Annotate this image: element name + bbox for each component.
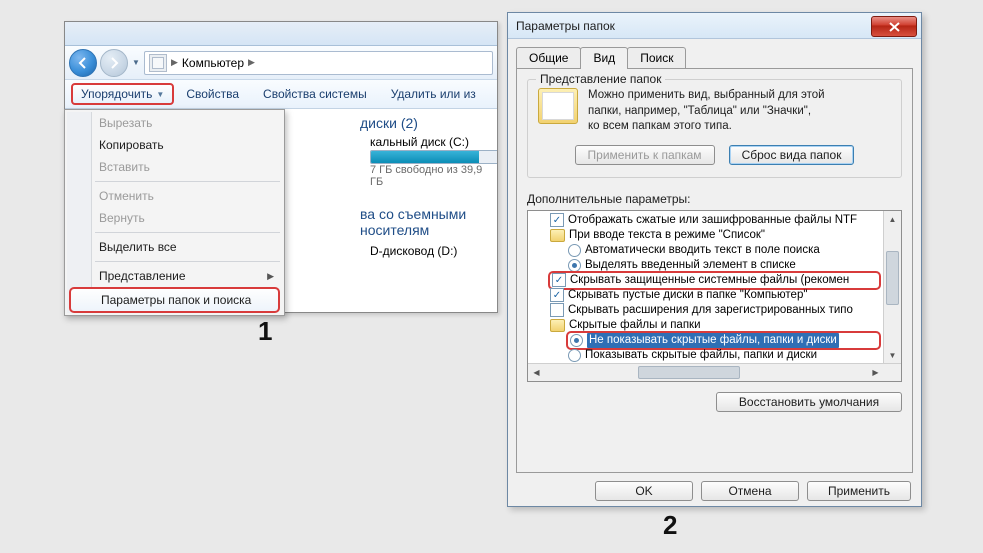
tree-item[interactable]: ✓Отображать сжатые или зашифрованные фай… xyxy=(532,213,881,228)
menu-copy[interactable]: Копировать xyxy=(67,134,282,156)
advanced-settings-tree[interactable]: ✓Отображать сжатые или зашифрованные фай… xyxy=(527,210,902,382)
dialog-title: Параметры папок xyxy=(516,19,615,33)
close-button[interactable] xyxy=(871,16,917,37)
scroll-up-icon[interactable]: ▲ xyxy=(884,211,901,228)
dialog-titlebar: Параметры папок xyxy=(508,13,921,39)
scroll-left-icon[interactable]: ◀ xyxy=(528,364,545,381)
scroll-thumb[interactable] xyxy=(886,251,899,305)
menu-undo[interactable]: Отменить xyxy=(67,185,282,207)
radio-icon[interactable] xyxy=(568,259,581,272)
drive-d-label: D-дисковод (D:) xyxy=(370,244,457,258)
checkbox-icon[interactable]: ✓ xyxy=(552,273,566,287)
menu-cut[interactable]: Вырезать xyxy=(67,112,282,134)
group-legend: Представление папок xyxy=(536,72,665,86)
folder-icon xyxy=(550,229,565,242)
restore-defaults-button[interactable]: Восстановить умолчания xyxy=(716,392,902,412)
tab-search[interactable]: Поиск xyxy=(627,47,686,68)
folder-options-dialog: Параметры папок Общие Вид Поиск Представ… xyxy=(507,12,922,507)
apply-button[interactable]: Применить xyxy=(807,481,911,501)
drive-c-label: кальный диск (C:) xyxy=(370,135,469,149)
explorer-navbar: ▼ ▶ Компьютер ▶ xyxy=(65,46,497,80)
tree-item[interactable]: Скрывать расширения для зарегистрированн… xyxy=(532,303,881,318)
tree-item[interactable]: Показывать скрытые файлы, папки и диски xyxy=(532,348,881,363)
scroll-thumb[interactable] xyxy=(638,366,740,379)
tree-item-dont-show-hidden[interactable]: Не показывать скрытые файлы, папки и дис… xyxy=(532,333,881,348)
toolbar-system-properties[interactable]: Свойства системы xyxy=(251,87,379,101)
folder-presentation-group: Представление папок Можно применить вид,… xyxy=(527,79,902,178)
radio-icon[interactable] xyxy=(568,244,581,257)
organize-label: Упорядочить xyxy=(81,87,152,101)
explorer-content: диски (2) кальный диск (C:) 7 ГБ свободн… xyxy=(360,115,493,259)
breadcrumb-root[interactable]: Компьютер xyxy=(182,56,244,70)
dialog-tabs: Общие Вид Поиск xyxy=(508,39,921,68)
dialog-buttons: OK Отмена Применить xyxy=(508,481,921,511)
address-bar[interactable]: ▶ Компьютер ▶ xyxy=(144,51,493,75)
checkbox-icon[interactable]: ✓ xyxy=(550,213,564,227)
folder-icon xyxy=(538,88,578,124)
vertical-scrollbar[interactable]: ▲ ▼ xyxy=(883,211,901,364)
radio-icon[interactable] xyxy=(570,334,583,347)
organize-button[interactable]: Упорядочить ▼ xyxy=(71,83,174,105)
chevron-down-icon: ▼ xyxy=(156,90,164,99)
drive-c-usage-bar xyxy=(370,150,498,164)
nav-forward-button[interactable] xyxy=(100,49,128,77)
menu-separator xyxy=(95,232,280,233)
tab-view[interactable]: Вид xyxy=(580,47,628,69)
menu-separator xyxy=(95,181,280,182)
scroll-down-icon[interactable]: ▼ xyxy=(884,347,901,364)
tab-panel-view: Представление папок Можно применить вид,… xyxy=(516,68,913,473)
menu-paste[interactable]: Вставить xyxy=(67,156,282,178)
advanced-label: Дополнительные параметры: xyxy=(527,192,902,206)
organize-menu: Вырезать Копировать Вставить Отменить Ве… xyxy=(64,109,285,316)
checkbox-icon[interactable] xyxy=(550,303,564,317)
drive-c-free-text: 7 ГБ свободно из 39,9 ГБ xyxy=(370,164,493,188)
tree-item[interactable]: Автоматически вводить текст в поле поиск… xyxy=(532,243,881,258)
section-removable: ва со съемными носителям xyxy=(360,206,493,238)
folder-icon xyxy=(550,319,565,332)
tree-item[interactable]: При вводе текста в режиме "Список" xyxy=(532,228,881,243)
section-hdd: диски (2) xyxy=(360,115,493,131)
explorer-toolbar: Упорядочить ▼ Свойства Свойства системы … xyxy=(65,80,497,109)
horizontal-scrollbar[interactable]: ◀ ▶ xyxy=(528,363,901,381)
checkbox-icon[interactable]: ✓ xyxy=(550,288,564,302)
scroll-right-icon[interactable]: ▶ xyxy=(867,364,884,381)
drive-c-row[interactable]: кальный диск (C:) xyxy=(370,135,493,149)
chevron-right-icon: ▶ xyxy=(267,271,274,282)
computer-icon xyxy=(149,54,167,72)
presentation-text: Можно применить вид, выбранный для этой … xyxy=(588,88,825,135)
drive-d-row[interactable]: D-дисковод (D:) xyxy=(370,244,493,258)
toolbar-properties[interactable]: Свойства xyxy=(174,87,251,101)
menu-select-all[interactable]: Выделить все xyxy=(67,236,282,258)
toolbar-remove[interactable]: Удалить или из xyxy=(379,87,488,101)
tree-item-hide-protected[interactable]: ✓Скрывать защищенные системные файлы (ре… xyxy=(532,273,881,288)
radio-icon[interactable] xyxy=(568,349,581,362)
close-icon xyxy=(889,22,900,32)
breadcrumb-sep-icon: ▶ xyxy=(171,57,178,68)
callout-label-2: 2 xyxy=(663,510,677,541)
explorer-titlebar xyxy=(65,22,497,46)
menu-separator xyxy=(95,261,280,262)
nav-back-button[interactable] xyxy=(69,49,97,77)
menu-redo[interactable]: Вернуть xyxy=(67,207,282,229)
nav-history-dropdown[interactable]: ▼ xyxy=(131,51,141,75)
tab-general[interactable]: Общие xyxy=(516,47,581,68)
tree-item[interactable]: ✓Скрывать пустые диски в папке "Компьюте… xyxy=(532,288,881,303)
menu-view[interactable]: Представление▶ xyxy=(67,265,282,287)
callout-label-1: 1 xyxy=(258,316,272,347)
ok-button[interactable]: OK xyxy=(595,481,693,501)
breadcrumb-sep-icon: ▶ xyxy=(248,57,255,68)
apply-to-folders-button[interactable]: Применить к папкам xyxy=(575,145,715,165)
menu-folder-options[interactable]: Параметры папок и поиска xyxy=(69,287,280,313)
cancel-button[interactable]: Отмена xyxy=(701,481,799,501)
reset-folders-button[interactable]: Сброс вида папок xyxy=(729,145,855,165)
